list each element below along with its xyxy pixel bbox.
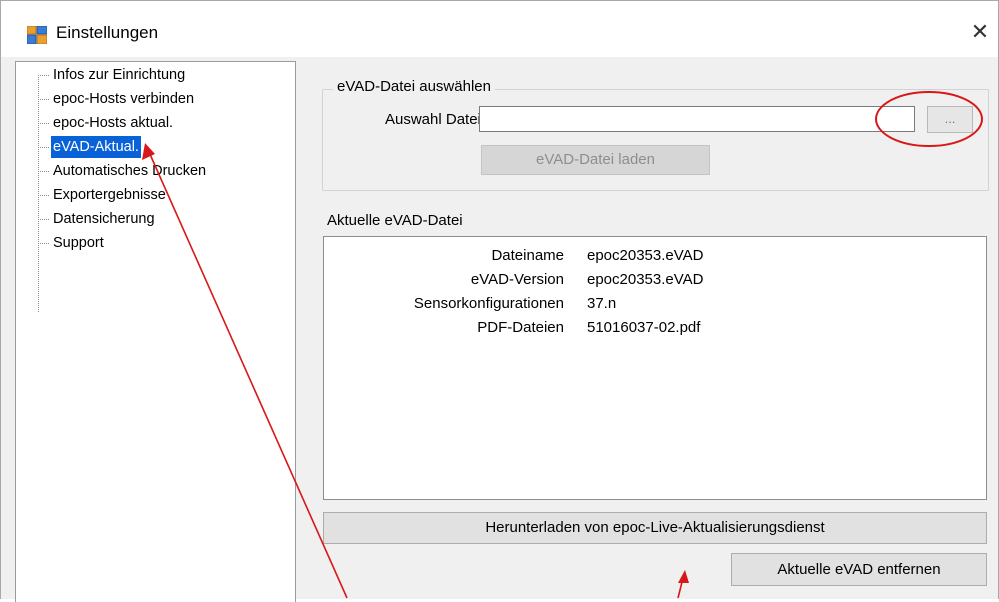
file-selection-input[interactable] [479,106,915,132]
info-row-evad-version: eVAD-Version epoc20353.eVAD [324,271,988,293]
settings-app-icon [27,26,47,44]
info-key: Dateiname [491,247,564,264]
tree-connector [38,243,49,244]
tree-item-label: Datensicherung [53,211,155,227]
info-row-sensorkonfigurationen: Sensorkonfigurationen 37.n [324,295,988,317]
tree-connector [38,219,49,220]
browse-button[interactable]: ... [927,106,973,133]
tree-item-label: eVAD-Aktual. [51,136,141,158]
info-value: 37.n [587,295,617,312]
tree-connector [38,147,49,148]
tree-item-label: epoc-Hosts aktual. [53,115,174,131]
title-bar[interactable]: Einstellungen ✕ [1,1,998,57]
info-key: eVAD-Version [470,271,564,288]
tree-connector [38,195,49,196]
close-icon[interactable]: ✕ [963,15,997,49]
info-key: PDF-Dateien [477,319,564,336]
tree-connector [38,171,49,172]
tree-connector [38,99,49,100]
evad-select-groupbox [322,89,989,191]
remove-evad-button[interactable]: Aktuelle eVAD entfernen [731,553,987,586]
tree-item-label: epoc-Hosts verbinden [53,91,195,107]
info-value: epoc20353.eVAD [587,247,704,264]
info-value: 51016037-02.pdf [587,319,701,336]
current-evad-section-title: Aktuelle eVAD-Datei [327,212,463,229]
info-key: Sensorkonfigurationen [413,295,564,312]
file-selection-label: Auswahl Datei [385,111,481,128]
current-evad-info-panel: Dateiname epoc20353.eVAD eVAD-Version ep… [323,236,987,500]
download-live-update-button[interactable]: Herunterladen von epoc-Live-Aktualisieru… [323,512,987,544]
tree-item-label: Automatisches Drucken [53,163,207,179]
tree-item-label: Exportergebnisse [53,187,166,203]
tree-connector-line [38,75,39,312]
info-row-dateiname: Dateiname epoc20353.eVAD [324,247,988,269]
evad-select-group-title: eVAD-Datei auswählen [333,78,495,95]
window-title: Einstellungen [56,23,159,42]
tree-item-label: Support [53,235,104,251]
tree-connector [38,75,49,76]
settings-tree[interactable]: Infos zur Einrichtung epoc-Hosts verbind… [15,61,296,602]
tree-item-label: Infos zur Einrichtung [53,67,186,83]
info-row-pdf-dateien: PDF-Dateien 51016037-02.pdf [324,319,988,341]
info-value: epoc20353.eVAD [587,271,704,288]
load-evad-button[interactable]: eVAD-Datei laden [481,145,710,175]
tree-connector [38,123,49,124]
